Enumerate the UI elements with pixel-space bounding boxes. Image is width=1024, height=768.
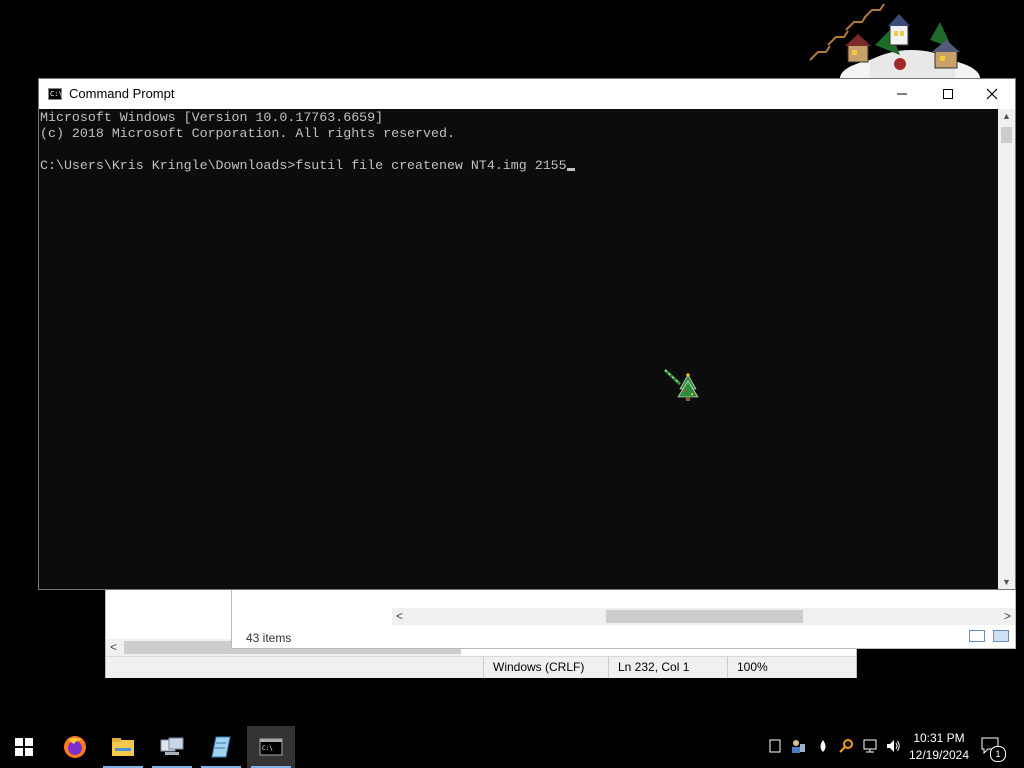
console-command: C:\Users\Kris Kringle\Downloads>fsutil f… [40, 158, 567, 173]
network-icon[interactable] [862, 738, 878, 754]
status-cursor-position: Ln 232, Col 1 [608, 657, 728, 678]
christmas-tree-cursor-icon [663, 368, 699, 401]
clock-date: 12/19/2024 [908, 748, 970, 762]
file-explorer-icon [112, 738, 134, 756]
clock-time: 10:31 PM [913, 731, 965, 745]
water-drop-icon[interactable] [815, 738, 831, 754]
minimize-button[interactable] [879, 79, 925, 109]
command-prompt-icon: C:\ [259, 738, 283, 756]
start-button[interactable] [0, 726, 48, 768]
taskbar-file-explorer[interactable] [99, 726, 147, 768]
large-icons-view-icon[interactable] [993, 630, 1009, 642]
file-explorer-window[interactable]: < > 43 items [231, 588, 1016, 649]
taskbar-network-computer[interactable] [148, 726, 196, 768]
status-zoom: 100% [727, 657, 855, 678]
item-count: 43 items [246, 631, 292, 645]
close-icon [986, 88, 998, 100]
network-computer-icon [160, 737, 184, 755]
action-center-button[interactable]: 1 [980, 736, 1006, 762]
notification-count-badge: 1 [990, 746, 1006, 762]
details-view-icon[interactable] [969, 630, 985, 642]
scroll-thumb[interactable] [606, 610, 803, 623]
taskbar: C:\ 10:31 PM 12/19/2024 1 [0, 726, 1024, 768]
scroll-up-icon[interactable]: ▲ [1002, 111, 1011, 121]
svg-text:C:\: C:\ [262, 745, 273, 752]
christmas-decoration [809, 3, 980, 80]
scroll-left-icon[interactable]: < [110, 639, 117, 656]
scroll-down-icon[interactable]: ▼ [1002, 577, 1011, 587]
scroll-thumb[interactable] [1001, 127, 1012, 143]
title-bar[interactable]: C:\ Command Prompt [39, 79, 1015, 109]
user-network-icon[interactable] [790, 738, 806, 754]
console-line: (c) 2018 Microsoft Corporation. All righ… [40, 126, 455, 141]
volume-icon[interactable] [885, 738, 901, 754]
console-output[interactable]: Microsoft Windows [Version 10.0.17763.66… [39, 109, 999, 589]
window-title: Command Prompt [69, 86, 175, 101]
close-button[interactable] [969, 79, 1015, 109]
command-prompt-window[interactable]: C:\ Command Prompt Microsoft Windows [Ve… [38, 78, 1016, 590]
maximize-icon [943, 89, 953, 99]
text-cursor [566, 168, 575, 171]
console-line: Microsoft Windows [Version 10.0.17763.66… [40, 110, 384, 125]
taskbar-command-prompt[interactable]: C:\ [247, 726, 295, 768]
command-prompt-icon[interactable]: C:\ [48, 88, 63, 100]
scroll-left-icon[interactable]: < [396, 608, 403, 625]
system-clock[interactable]: 10:31 PM 12/19/2024 [908, 730, 970, 764]
explorer-horizontal-scrollbar[interactable]: < > [392, 608, 1015, 625]
console-input-line[interactable]: C:\Users\Kris Kringle\Downloads>fsutil f… [40, 158, 999, 174]
vertical-scrollbar[interactable]: ▲ ▼ [998, 109, 1015, 589]
tablet-icon[interactable] [767, 738, 783, 754]
taskbar-notepad[interactable] [197, 726, 245, 768]
notepad-status-bar: Windows (CRLF) Ln 232, Col 1 100% [106, 656, 856, 678]
firefox-icon [64, 736, 86, 758]
scroll-right-icon[interactable]: > [1004, 608, 1011, 625]
minimize-icon [897, 93, 907, 95]
status-line-ending: Windows (CRLF) [483, 657, 607, 678]
search-key-icon[interactable] [838, 738, 854, 754]
notepad-icon [211, 736, 231, 758]
maximize-button[interactable] [925, 79, 971, 109]
taskbar-firefox[interactable] [51, 726, 99, 768]
windows-logo-icon [15, 738, 33, 756]
